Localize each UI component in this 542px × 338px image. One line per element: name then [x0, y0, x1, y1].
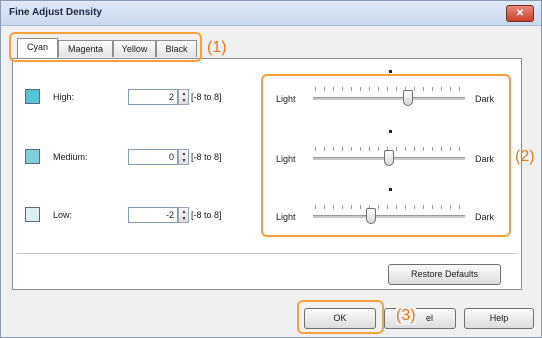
- fine-adjust-density-dialog: Fine Adjust Density ✕ Cyan Magenta Yello…: [0, 0, 542, 338]
- medium-spin-buttons[interactable]: ▲ ▼: [178, 149, 189, 165]
- up-arrow-icon[interactable]: ▲: [180, 209, 188, 215]
- callout-box-ok: [297, 300, 384, 334]
- low-value: -2: [165, 210, 174, 220]
- up-arrow-icon[interactable]: ▲: [180, 151, 188, 157]
- callout-label-1: (1): [207, 39, 227, 56]
- help-button[interactable]: Help: [464, 308, 534, 329]
- center-mark: [389, 70, 392, 73]
- callout-label-3: (3): [396, 307, 416, 325]
- medium-color-swatch: [25, 149, 40, 164]
- cancel-button[interactable]: el: [384, 308, 456, 329]
- callout-box-sliders: [261, 74, 511, 237]
- medium-range: [-8 to 8]: [191, 152, 222, 162]
- low-value-input[interactable]: -2: [128, 207, 178, 223]
- medium-label: Medium:: [53, 152, 88, 162]
- high-label: High:: [53, 92, 75, 102]
- down-arrow-icon[interactable]: ▼: [180, 216, 188, 222]
- low-label: Low:: [53, 210, 73, 220]
- callout-label-2: (2): [515, 148, 535, 165]
- close-button[interactable]: ✕: [506, 5, 534, 22]
- high-range: [-8 to 8]: [191, 92, 222, 102]
- close-icon: ✕: [515, 8, 525, 19]
- medium-value-input[interactable]: 0: [128, 149, 178, 165]
- separator: [17, 253, 517, 254]
- high-value-input[interactable]: 2: [128, 89, 178, 105]
- down-arrow-icon[interactable]: ▼: [180, 158, 188, 164]
- low-spin-buttons[interactable]: ▲ ▼: [178, 207, 189, 223]
- medium-value: 0: [168, 152, 174, 162]
- up-arrow-icon[interactable]: ▲: [180, 91, 188, 97]
- low-color-swatch: [25, 207, 40, 222]
- low-range: [-8 to 8]: [191, 210, 222, 220]
- high-value: 2: [168, 92, 174, 102]
- high-spin-buttons[interactable]: ▲ ▼: [178, 89, 189, 105]
- dialog-title: Fine Adjust Density: [9, 7, 102, 18]
- title-bar: Fine Adjust Density ✕: [1, 1, 541, 26]
- down-arrow-icon[interactable]: ▼: [180, 98, 188, 104]
- high-color-swatch: [25, 89, 40, 104]
- restore-defaults-button[interactable]: Restore Defaults: [388, 264, 501, 285]
- tab-cyan[interactable]: Cyan: [17, 38, 58, 58]
